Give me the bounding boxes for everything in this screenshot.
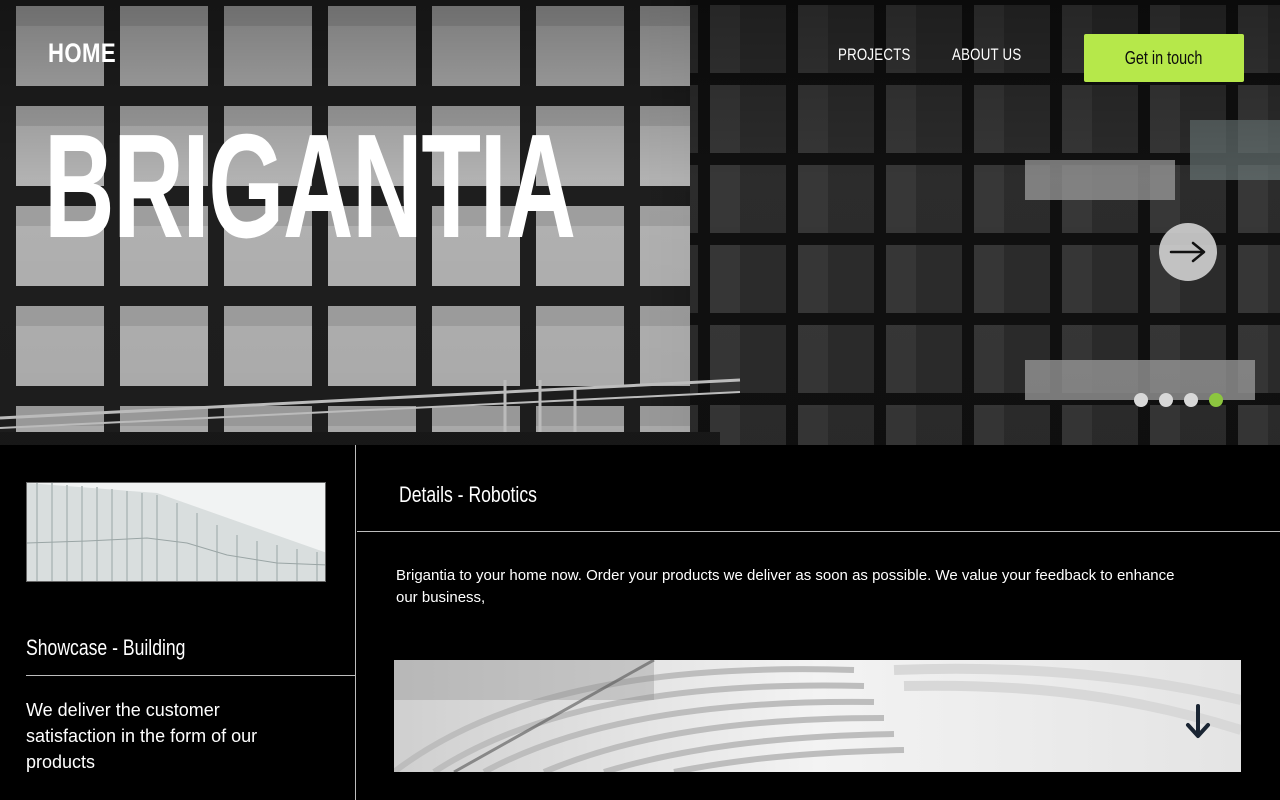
white-arches-image <box>394 660 1241 772</box>
arrow-right-icon <box>1169 241 1206 263</box>
hero-title: BRIGANTIA <box>44 104 576 269</box>
details-description: Brigantia to your home now. Order your p… <box>396 567 1175 606</box>
details-panel: Details - Robotics Brigantia to your hom… <box>357 445 1280 800</box>
showcase-description: We deliver the customer satisfaction in … <box>26 700 258 772</box>
showcase-title: Showcase - Building <box>26 635 186 660</box>
white-architecture-image <box>27 483 325 581</box>
hero-banner: HOME PROJECTS ABOUT US Get in touch BRIG… <box>0 0 1280 445</box>
slide-indicator <box>1134 393 1223 407</box>
details-title: Details - Robotics <box>399 482 537 507</box>
showcase-divider <box>26 675 356 676</box>
nav-projects-link[interactable]: PROJECTS <box>838 45 911 65</box>
showcase-panel: Showcase - Building We deliver the custo… <box>0 445 356 800</box>
scroll-down-button[interactable] <box>1181 700 1215 744</box>
details-divider <box>357 531 1280 532</box>
showcase-building-image[interactable] <box>26 482 326 582</box>
details-robotics-image <box>394 660 1241 772</box>
slide-dot-4[interactable] <box>1209 393 1223 407</box>
slide-dot-3[interactable] <box>1184 393 1198 407</box>
slide-dot-2[interactable] <box>1159 393 1173 407</box>
nav-about-link[interactable]: ABOUT US <box>952 45 1021 65</box>
nav-home-link[interactable]: HOME <box>48 38 116 69</box>
arrow-down-icon <box>1186 704 1210 738</box>
get-in-touch-label: Get in touch <box>1125 47 1203 68</box>
next-slide-button[interactable] <box>1159 223 1217 281</box>
get-in-touch-button[interactable]: Get in touch <box>1084 34 1244 82</box>
slide-dot-1[interactable] <box>1134 393 1148 407</box>
